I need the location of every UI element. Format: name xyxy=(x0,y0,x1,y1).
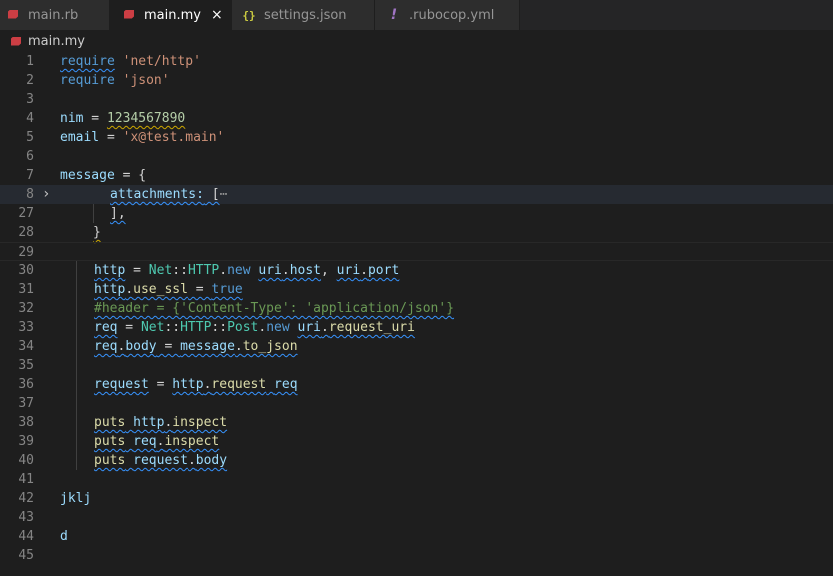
code-line-folded: 8 › attachments: [⋯ xyxy=(0,185,833,204)
tab-bar: main.rb main.my × {} settings.json ! .ru… xyxy=(0,0,833,30)
code-line: 3 xyxy=(0,90,833,109)
line-number: 27 xyxy=(18,206,34,221)
code-text: attachments: [⋯ xyxy=(110,187,228,202)
code-line: 39 puts req.inspect xyxy=(0,432,833,451)
line-number: 29 xyxy=(18,245,34,260)
line-number: 8 xyxy=(26,187,34,202)
code-text: req = Net::HTTP::Post.new uri.request_ur… xyxy=(94,320,415,335)
code-line: 2 require 'json' xyxy=(0,71,833,90)
line-number: 33 xyxy=(18,320,34,335)
line-number: 31 xyxy=(18,282,34,297)
code-line: 1 require 'net/http' xyxy=(0,52,833,71)
code-line: 7 message = { xyxy=(0,166,833,185)
ruby-icon xyxy=(6,8,20,23)
code-line: 34 req.body = message.to_json xyxy=(0,337,833,356)
line-number: 45 xyxy=(18,548,34,563)
folded-ellipsis[interactable]: ⋯ xyxy=(220,187,228,202)
code-line: 30 http = Net::HTTP.new uri.host, uri.po… xyxy=(0,261,833,280)
code-line: 36 request = http.request req xyxy=(0,375,833,394)
breadcrumb-file[interactable]: main.my xyxy=(28,34,85,49)
line-number: 7 xyxy=(26,168,34,183)
line-number: 3 xyxy=(26,92,34,107)
code-line: 44 d xyxy=(0,527,833,546)
code-text: require 'json' xyxy=(60,73,170,88)
close-icon[interactable]: × xyxy=(211,7,223,23)
line-number: 38 xyxy=(18,415,34,430)
code-line: 35 xyxy=(0,356,833,375)
code-text: http.use_ssl = true xyxy=(94,282,243,297)
tab-label: main.my xyxy=(144,7,201,23)
code-line-current: 29 xyxy=(0,242,833,261)
code-text: d xyxy=(60,529,68,544)
line-number: 30 xyxy=(18,263,34,278)
tab-label: main.rb xyxy=(28,7,79,23)
line-number: 35 xyxy=(18,358,34,373)
code-text: http = Net::HTTP.new uri.host, uri.port xyxy=(94,263,400,278)
code-line: 43 xyxy=(0,508,833,527)
code-text: #header = {'Content-Type': 'application/… xyxy=(94,301,455,316)
code-line: 38 puts http.inspect xyxy=(0,413,833,432)
line-number: 28 xyxy=(18,225,34,240)
line-number: 40 xyxy=(18,453,34,468)
line-number: 39 xyxy=(18,434,34,449)
code-line: 4 nim = 1234567890 xyxy=(0,109,833,128)
code-editor[interactable]: 1 require 'net/http' 2 require 'json' 3 … xyxy=(0,52,833,576)
code-line: 6 xyxy=(0,147,833,166)
ruby-icon xyxy=(122,8,136,23)
code-line: 28 } xyxy=(0,223,833,242)
code-text: nim = 1234567890 xyxy=(60,111,186,126)
json-braces-icon: {} xyxy=(242,8,256,22)
code-text: require 'net/http' xyxy=(60,54,201,69)
line-number: 6 xyxy=(26,149,34,164)
code-line: 40 puts request.body xyxy=(0,451,833,470)
line-number: 37 xyxy=(18,396,34,411)
code-text: puts request.body xyxy=(94,453,228,468)
code-line: 45 xyxy=(0,546,833,565)
line-number: 41 xyxy=(18,472,34,487)
code-text: puts http.inspect xyxy=(94,415,228,430)
code-text: jklj xyxy=(60,491,92,506)
code-line: 31 http.use_ssl = true xyxy=(0,280,833,299)
code-text: request = http.request req xyxy=(94,377,298,392)
line-number: 4 xyxy=(26,111,34,126)
fold-chevron-icon[interactable]: › xyxy=(42,185,50,204)
tab-main-my[interactable]: main.my × xyxy=(110,0,232,30)
yaml-exclamation-icon: ! xyxy=(390,7,398,23)
code-line: 5 email = 'x@test.main' xyxy=(0,128,833,147)
code-line: 42 jklj xyxy=(0,489,833,508)
code-text: email = 'x@test.main' xyxy=(60,130,225,145)
code-text: ], xyxy=(110,206,126,221)
line-number: 43 xyxy=(18,510,34,525)
line-number: 34 xyxy=(18,339,34,354)
code-text: req.body = message.to_json xyxy=(94,339,298,354)
code-line: 33 req = Net::HTTP::Post.new uri.request… xyxy=(0,318,833,337)
code-text: puts req.inspect xyxy=(94,434,220,449)
tab-rubocop-yml[interactable]: ! .rubocop.yml xyxy=(375,0,520,30)
code-text: message = { xyxy=(60,168,147,183)
code-text: } xyxy=(93,225,101,240)
line-number: 44 xyxy=(18,529,34,544)
line-number: 36 xyxy=(18,377,34,392)
code-line: 27 ], xyxy=(0,204,833,223)
tab-settings-json[interactable]: {} settings.json xyxy=(232,0,375,30)
tab-label: settings.json xyxy=(264,7,347,23)
line-number: 1 xyxy=(26,54,34,69)
line-number: 5 xyxy=(26,130,34,145)
tab-main-rb[interactable]: main.rb xyxy=(0,0,110,30)
tab-label: .rubocop.yml xyxy=(409,7,495,23)
code-line: 37 xyxy=(0,394,833,413)
line-number: 2 xyxy=(26,73,34,88)
breadcrumb: main.my xyxy=(0,30,833,52)
ruby-icon xyxy=(11,36,21,46)
line-number: 42 xyxy=(18,491,34,506)
line-number: 32 xyxy=(18,301,34,316)
code-line: 41 xyxy=(0,470,833,489)
code-line: 32 #header = {'Content-Type': 'applicati… xyxy=(0,299,833,318)
